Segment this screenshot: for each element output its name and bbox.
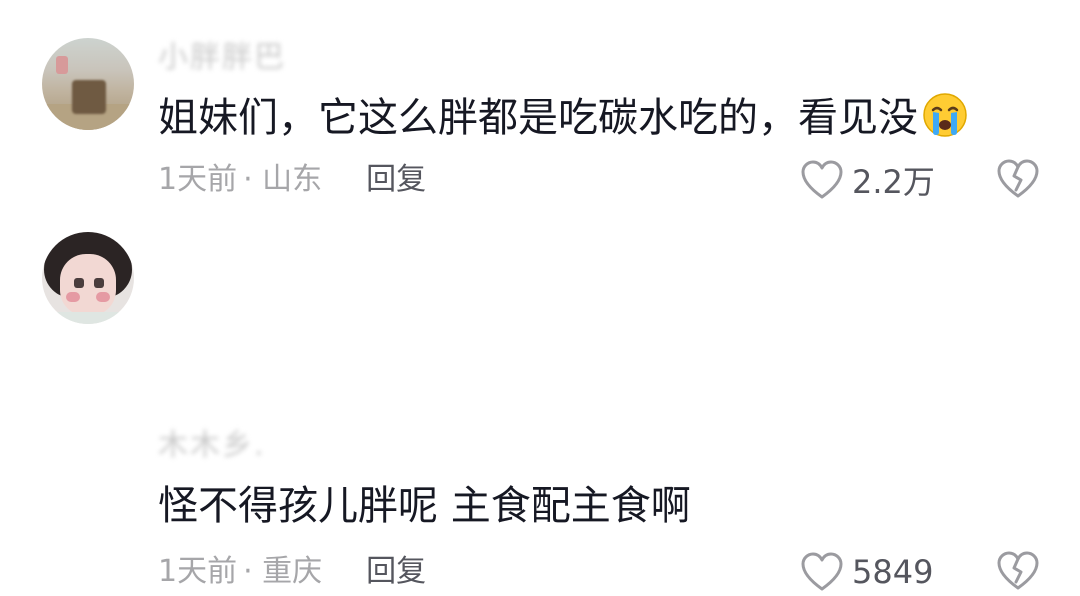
like-button[interactable]: 5849 [800,550,933,594]
dislike-button[interactable] [996,550,1040,596]
comment-body: 姐妹们，它这么胖都是吃碳水吃的，看见没 [158,95,918,141]
avatar[interactable] [42,232,134,324]
comment-item: 木木乡. 怪不得孩儿胖呢 主食配主食啊 1天前 · 重庆 回复 5849 [0,200,1080,591]
comment-body: 怪不得孩儿胖呢 主食配主食啊 [158,483,691,529]
reply-button[interactable]: 回复 [366,162,426,197]
dislike-button[interactable] [996,158,1040,204]
username[interactable]: 小胖胖巴 [158,40,286,76]
comment-text: 怪不得孩儿胖呢 主食配主食啊 [158,480,691,532]
avatar[interactable] [42,38,134,130]
comment-time: 1天前 [158,162,238,197]
comment-item: 小胖胖巴 姐妹们，它这么胖都是吃碳水吃的，看见没 1天前 · 山东 回复 2.2万 [0,0,1080,204]
broken-heart-icon [997,551,1039,590]
username[interactable]: 木木乡. [158,428,266,464]
like-button[interactable]: 2.2万 [800,158,935,202]
comment-meta: 1天前 · 重庆 回复 [158,552,426,592]
comment-text: 姐妹们，它这么胖都是吃碳水吃的，看见没 [158,92,968,144]
comment-meta: 1天前 · 山东 回复 [158,160,426,200]
comment-location: · 重庆 [243,554,323,589]
heart-outline-icon [801,552,843,591]
comment-time: 1天前 [158,554,238,589]
like-count: 2.2万 [852,163,935,201]
heart-outline-icon [801,160,843,199]
crying-face-emoji [923,93,967,137]
reply-button[interactable]: 回复 [366,554,426,589]
like-count: 5849 [852,553,934,591]
broken-heart-icon [997,159,1039,198]
comment-location: · 山东 [243,162,323,197]
